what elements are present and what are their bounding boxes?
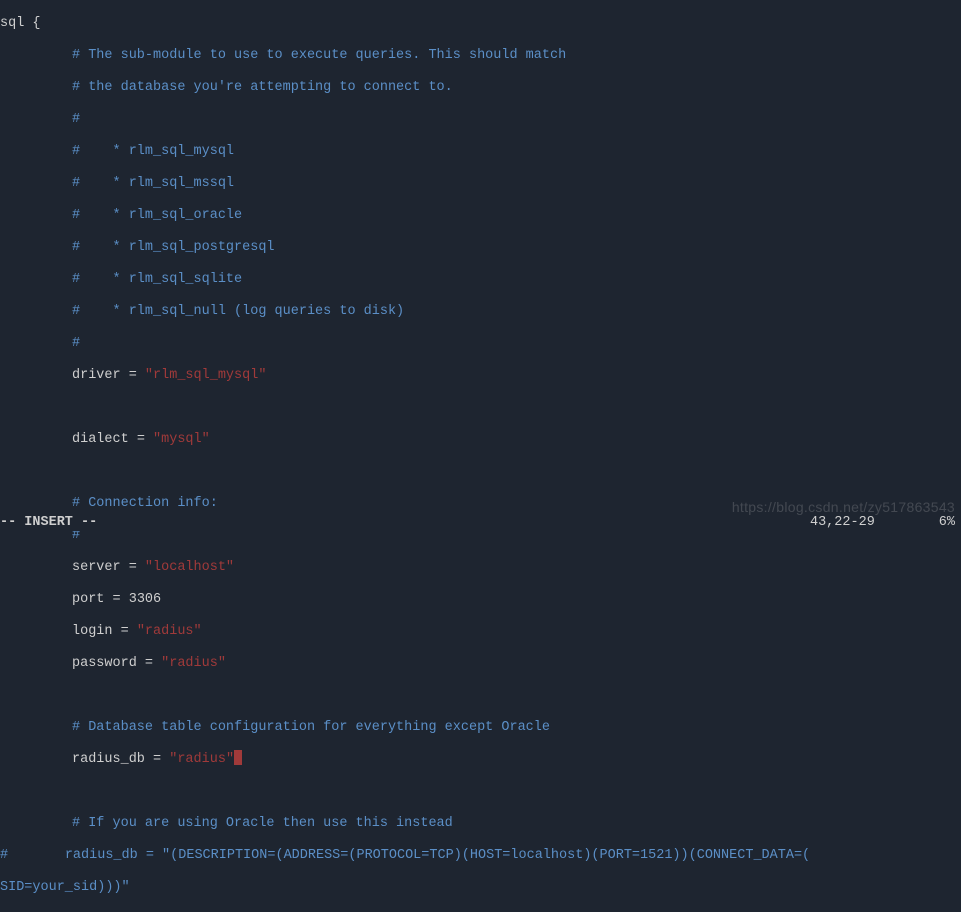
comment-line: # [72, 112, 80, 127]
config-key-port: port [72, 592, 104, 607]
equals-op: = [104, 592, 128, 607]
commented-config-cont: SID=your_sid)))" [0, 880, 130, 895]
config-value-server: "localhost" [145, 560, 234, 575]
equals-op: = [121, 560, 145, 575]
commented-config-hash: # [0, 848, 8, 863]
code-editor[interactable]: sql { # The sub-module to use to execute… [0, 0, 961, 912]
config-key-password: password [72, 656, 137, 671]
config-value-port: 3306 [129, 592, 161, 607]
commented-config-line [8, 848, 65, 863]
equals-op: = [121, 368, 145, 383]
comment-line: # If you are using Oracle then use this … [72, 816, 453, 831]
vim-scroll-percent: 6% [939, 515, 961, 531]
comment-line: # * rlm_sql_oracle [72, 208, 242, 223]
config-key-driver: driver [72, 368, 121, 383]
config-value-login: "radius" [137, 624, 202, 639]
comment-line: # * rlm_sql_null (log queries to disk) [72, 304, 404, 319]
comment-line: # Database table configuration for every… [72, 720, 550, 735]
comment-line: # The sub-module to use to execute queri… [72, 48, 566, 63]
equals-op: = [145, 752, 169, 767]
commented-config-text: radius_db = "(DESCRIPTION=(ADDRESS=(PROT… [65, 848, 810, 863]
equals-op: = [129, 432, 153, 447]
equals-op: = [113, 624, 137, 639]
comment-line: # * rlm_sql_mssql [72, 176, 234, 191]
vim-mode-indicator: -- INSERT -- [0, 515, 97, 531]
config-value-password: "radius" [161, 656, 226, 671]
vim-statusline: -- INSERT -- 43,22-29 6% [0, 515, 961, 531]
config-value-radius-db: "radius" [169, 752, 234, 767]
config-key-server: server [72, 560, 121, 575]
comment-line: # * rlm_sql_postgresql [72, 240, 275, 255]
equals-op: = [137, 656, 161, 671]
vim-cursor-position: 43,22-29 [810, 515, 939, 531]
comment-line: # * rlm_sql_sqlite [72, 272, 242, 287]
config-value-driver: "rlm_sql_mysql" [145, 368, 267, 383]
config-block-open: sql { [0, 16, 41, 31]
comment-line: # the database you're attempting to conn… [72, 80, 453, 95]
comment-line: # Connection info: [72, 496, 218, 511]
comment-line: # [72, 336, 80, 351]
config-key-radius-db: radius_db [72, 752, 145, 767]
config-key-login: login [72, 624, 113, 639]
config-value-dialect: "mysql" [153, 432, 210, 447]
config-key-dialect: dialect [72, 432, 129, 447]
insert-cursor [234, 750, 242, 765]
comment-line: # * rlm_sql_mysql [72, 144, 234, 159]
